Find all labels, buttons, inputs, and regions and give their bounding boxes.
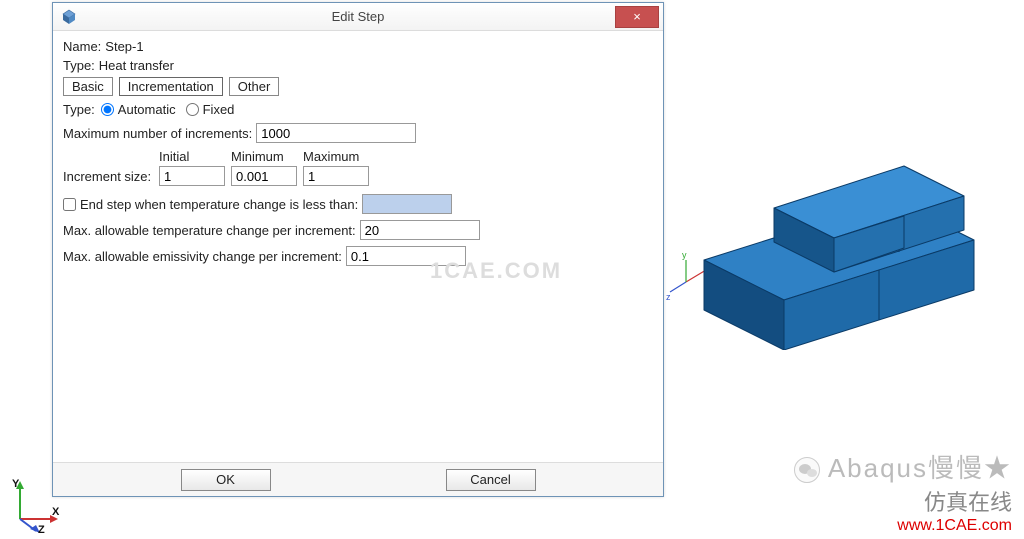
type-value: Heat transfer — [99, 58, 174, 73]
tab-bar: Basic Incrementation Other — [63, 77, 653, 96]
mini-axis-y: y — [682, 250, 687, 260]
max-temp-label: Max. allowable temperature change per in… — [63, 223, 356, 238]
button-bar: OK Cancel — [53, 462, 663, 496]
max-emis-input[interactable] — [346, 246, 466, 266]
brand-text-2: 仿真在线 — [794, 485, 1012, 517]
col-max: Maximum — [303, 149, 375, 164]
tab-basic[interactable]: Basic — [63, 77, 113, 96]
axis-z-label: Z — [38, 524, 45, 533]
max-inc-label: Maximum number of increments: — [63, 126, 252, 141]
col-initial: Initial — [159, 149, 231, 164]
mini-axis-z: z — [666, 292, 671, 302]
name-label: Name: — [63, 39, 101, 54]
radio-fixed-label: Fixed — [203, 102, 235, 117]
brand-url: www.1CAE.com — [794, 517, 1012, 535]
dialog-content: Name: Step-1 Type: Heat transfer Basic I… — [53, 31, 663, 462]
end-step-checkbox[interactable] — [63, 198, 76, 211]
radio-automatic[interactable] — [101, 103, 114, 116]
ok-button[interactable]: OK — [181, 469, 271, 491]
max-temp-input[interactable] — [360, 220, 480, 240]
watermark-right: Abaqus慢慢★ 仿真在线 www.1CAE.com — [794, 448, 1012, 535]
dialog-title: Edit Step — [53, 9, 663, 24]
inc-min-input[interactable] — [231, 166, 297, 186]
radio-fixed[interactable] — [186, 103, 199, 116]
inc-initial-input[interactable] — [159, 166, 225, 186]
tab-incrementation[interactable]: Incrementation — [119, 77, 223, 96]
name-value: Step-1 — [105, 39, 143, 54]
wechat-icon — [794, 457, 820, 483]
cancel-button[interactable]: Cancel — [446, 469, 536, 491]
brand-text-1: Abaqus慢慢★ — [828, 453, 1012, 483]
tab-other[interactable]: Other — [229, 77, 280, 96]
inc-size-label: Increment size: — [63, 169, 159, 184]
max-emis-label: Max. allowable emissivity change per inc… — [63, 249, 342, 264]
type-label: Type: — [63, 58, 95, 73]
model-viewport[interactable]: x y z — [664, 130, 994, 350]
inc-type-label: Type: — [63, 102, 95, 117]
max-inc-input[interactable] — [256, 123, 416, 143]
inc-max-input[interactable] — [303, 166, 369, 186]
radio-automatic-label: Automatic — [118, 102, 176, 117]
edit-step-dialog: Edit Step × Name: Step-1 Type: Heat tran… — [52, 2, 664, 497]
titlebar: Edit Step × — [53, 3, 663, 31]
col-min: Minimum — [231, 149, 303, 164]
end-step-label: End step when temperature change is less… — [80, 197, 358, 212]
global-axis-triad: Y X Z — [6, 477, 62, 533]
axis-y-label: Y — [12, 478, 20, 490]
axis-x-label: X — [52, 506, 60, 518]
end-step-input[interactable] — [362, 194, 452, 214]
